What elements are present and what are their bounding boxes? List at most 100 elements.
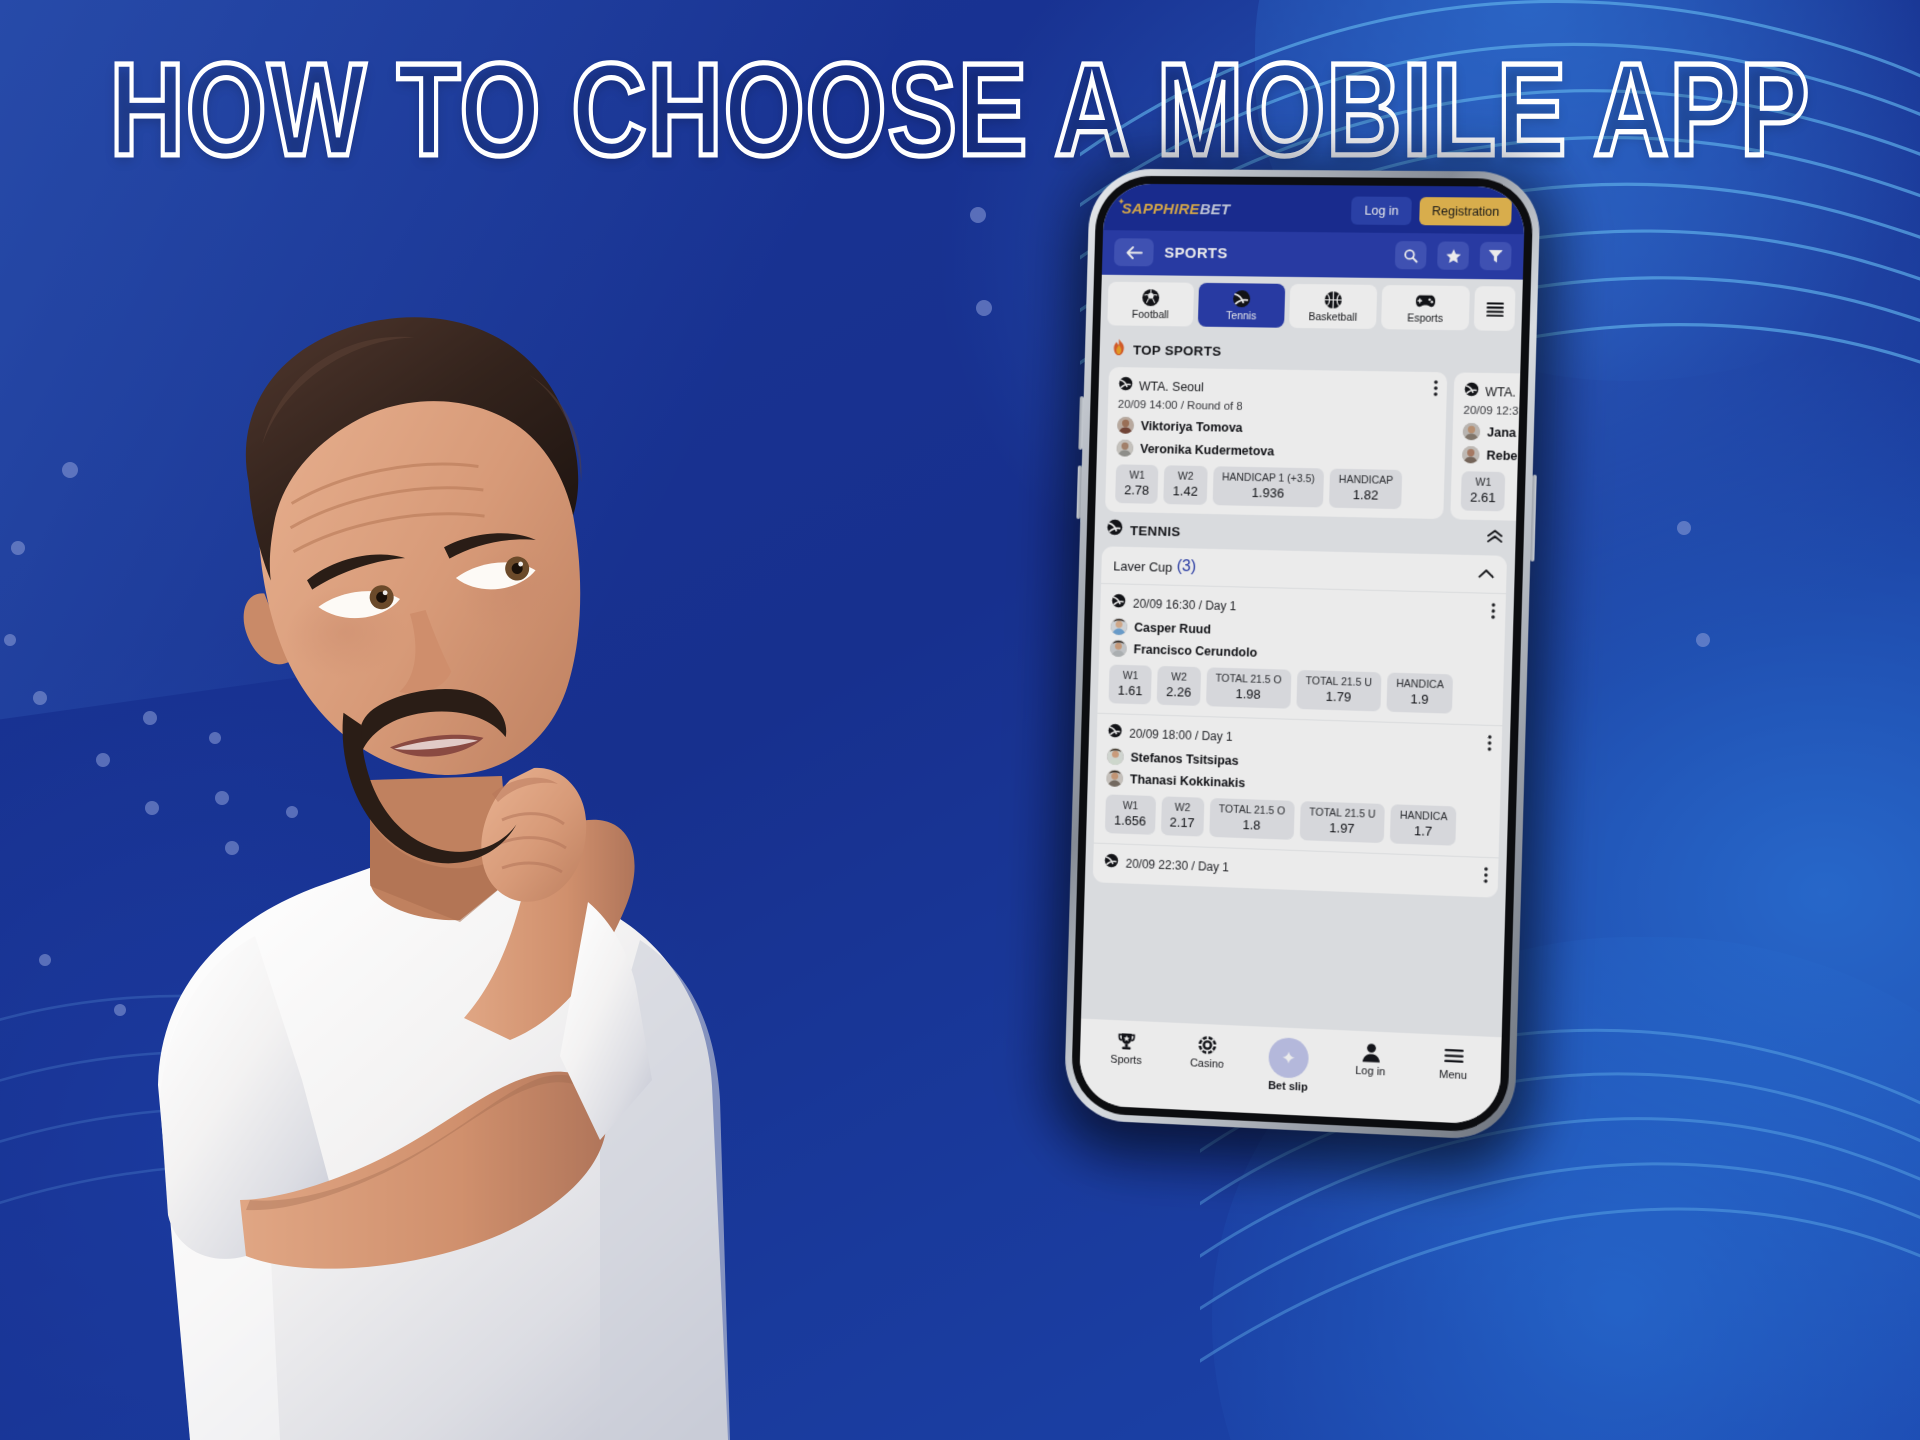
avatar xyxy=(1117,416,1135,434)
tab-basketball[interactable]: Basketball xyxy=(1289,283,1378,330)
avatar xyxy=(1106,747,1124,766)
flame-icon xyxy=(1111,338,1126,361)
odd-value: 1.61 xyxy=(1117,682,1143,699)
login-button[interactable]: Log in xyxy=(1351,196,1413,226)
match-player-name: Stefanos Tsitsipas xyxy=(1130,750,1239,768)
avatar xyxy=(1109,639,1127,658)
odd-button[interactable]: W1 1.656 xyxy=(1104,794,1156,835)
top-sports-carousel[interactable]: WTA. Seoul 20/09 14:00 / Round of 8 Vikt… xyxy=(1095,366,1521,521)
app-header: ✦ SAPPHIREBET Log in Registration xyxy=(1103,183,1526,235)
card-player-name: Rebec xyxy=(1486,448,1521,463)
top-sports-card[interactable]: WTA. Seoul 20/09 14:00 / Round of 8 Vikt… xyxy=(1105,366,1448,520)
odd-button[interactable]: W1 2.61 xyxy=(1460,471,1506,512)
tab-tennis[interactable]: Tennis xyxy=(1197,282,1286,328)
hamburger-icon xyxy=(1443,1045,1465,1067)
chevron-up-icon[interactable] xyxy=(1478,565,1495,584)
card-time: 20/09 12:3 xyxy=(1463,404,1519,418)
tab-esports[interactable]: Esports xyxy=(1381,285,1470,331)
filter-button[interactable] xyxy=(1479,241,1512,271)
tab-label: Football xyxy=(1131,308,1169,322)
odd-button[interactable]: HANDICAP 1 (+3.5) 1.936 xyxy=(1212,466,1325,508)
basketball-icon xyxy=(1323,290,1343,309)
odd-button[interactable]: HANDICA 1.7 xyxy=(1389,804,1457,846)
odd-button[interactable]: TOTAL 21.5 U 1.97 xyxy=(1299,801,1385,844)
match-row[interactable]: 20/09 16:30 / Day 1 Casper Ruud Francisc… xyxy=(1097,582,1506,726)
odd-button[interactable]: W2 1.42 xyxy=(1163,465,1208,505)
nav-item-casino[interactable]: Casino xyxy=(1166,1032,1248,1072)
match-player-name: Thanasi Kokkinakis xyxy=(1129,771,1246,790)
phone-screen: ✦ SAPPHIREBET Log in Registration SPORTS… xyxy=(1078,183,1526,1126)
nav-item-menu[interactable]: Menu xyxy=(1411,1043,1495,1083)
odd-label: HANDICA xyxy=(1399,809,1448,824)
odd-value: 1.97 xyxy=(1329,820,1355,837)
search-button[interactable] xyxy=(1394,241,1427,270)
odd-label: TOTAL 21.5 O xyxy=(1215,672,1282,687)
odd-button[interactable]: W1 2.78 xyxy=(1115,464,1159,504)
odd-label: W1 xyxy=(1122,799,1139,813)
nav-label: Bet slip xyxy=(1267,1079,1308,1094)
bet-slip-icon xyxy=(1268,1036,1310,1079)
odd-value: 1.7 xyxy=(1413,823,1433,839)
odd-label: W1 xyxy=(1122,669,1139,683)
avatar xyxy=(1116,439,1134,457)
match-odds-row: W1 1.656 W2 2.17 TOTAL 21.5 O 1.8 TOTAL … xyxy=(1104,794,1489,847)
nav-item-bet-slip[interactable]: Bet slip xyxy=(1247,1036,1330,1095)
kebab-menu-icon[interactable] xyxy=(1487,735,1492,756)
odd-button[interactable]: TOTAL 21.5 O 1.8 xyxy=(1209,797,1295,840)
sport-tabs-more-button[interactable] xyxy=(1473,286,1516,331)
kebab-menu-icon[interactable] xyxy=(1483,867,1489,888)
search-icon xyxy=(1403,248,1419,263)
favorites-button[interactable] xyxy=(1437,241,1470,270)
league-count: (3) xyxy=(1176,558,1197,576)
tab-football[interactable]: Football xyxy=(1107,281,1195,327)
tennis-ball-icon xyxy=(1111,593,1126,613)
card-player-name: Jana xyxy=(1486,424,1517,440)
odd-button[interactable]: W1 1.61 xyxy=(1108,664,1153,705)
volume-down-button[interactable] xyxy=(1076,465,1082,520)
brand-name-secondary: BET xyxy=(1199,200,1231,218)
odd-label: W1 xyxy=(1475,476,1492,489)
match-time-row: 20/09 22:30 / Day 1 xyxy=(1104,853,1487,887)
volume-up-button[interactable] xyxy=(1078,396,1084,450)
odd-button[interactable]: W2 2.26 xyxy=(1156,665,1201,706)
odd-button[interactable]: HANDICAP 1.82 xyxy=(1329,468,1403,510)
tennis-ball-icon xyxy=(1232,289,1251,308)
league-name: Laver Cup xyxy=(1113,557,1173,575)
phone-frame: ✦ SAPPHIREBET Log in Registration SPORTS… xyxy=(1063,168,1542,1141)
header-actions: Log in Registration xyxy=(1351,196,1512,227)
avatar xyxy=(1106,769,1124,788)
back-button[interactable] xyxy=(1113,238,1154,267)
tennis-ball-icon xyxy=(1107,723,1122,743)
card-player-name: Veronika Kudermetova xyxy=(1139,441,1275,458)
card-time: 20/09 14:00 / Round of 8 xyxy=(1117,398,1243,413)
registration-button[interactable]: Registration xyxy=(1419,197,1512,227)
nav-item-login[interactable]: Log in xyxy=(1329,1040,1412,1080)
card-odds-row: W1 2.61 xyxy=(1460,471,1521,512)
kebab-menu-icon[interactable] xyxy=(1433,380,1438,401)
avatar xyxy=(1110,617,1128,636)
content-area[interactable]: TOP SPORTS WTA. Seoul 20/09 14:00 / Roun… xyxy=(1081,331,1522,1038)
match-time: 20/09 22:30 / Day 1 xyxy=(1125,856,1230,875)
avatar xyxy=(1462,422,1481,441)
gamepad-icon xyxy=(1415,291,1437,310)
odd-value: 1.82 xyxy=(1352,487,1379,503)
card-player-row: Veronika Kudermetova xyxy=(1116,439,1435,463)
league-block: Laver Cup (3) 20/09 16:30 / Day 1 Casper… xyxy=(1092,546,1508,898)
double-chevron-up-icon[interactable] xyxy=(1486,529,1504,549)
odd-button[interactable]: TOTAL 21.5 O 1.98 xyxy=(1205,667,1292,709)
kebab-menu-icon[interactable] xyxy=(1491,603,1496,624)
odd-button[interactable]: W2 2.17 xyxy=(1160,796,1205,837)
top-sports-card[interactable]: WTA. 20/09 12:3 Jana Rebec W1 2.61 xyxy=(1450,372,1521,521)
nav-label: Sports xyxy=(1110,1053,1142,1068)
bottom-navigation: Sports Casino Bet slip Log in Menu xyxy=(1078,1018,1502,1126)
odd-button[interactable]: TOTAL 21.5 U 1.79 xyxy=(1295,669,1382,712)
odd-value: 1.42 xyxy=(1172,483,1198,499)
match-row[interactable]: 20/09 18:00 / Day 1 Stefanos Tsitsipas T… xyxy=(1093,712,1503,858)
nav-item-sports[interactable]: Sports xyxy=(1086,1029,1168,1068)
odd-label: W2 xyxy=(1171,671,1188,684)
odd-label: TOTAL 21.5 U xyxy=(1305,675,1373,690)
odd-button[interactable]: HANDICA 1.9 xyxy=(1386,672,1454,714)
odd-label: W1 xyxy=(1129,469,1146,482)
tennis-ball-icon xyxy=(1106,519,1123,541)
brand-logo[interactable]: ✦ SAPPHIREBET xyxy=(1117,196,1231,218)
